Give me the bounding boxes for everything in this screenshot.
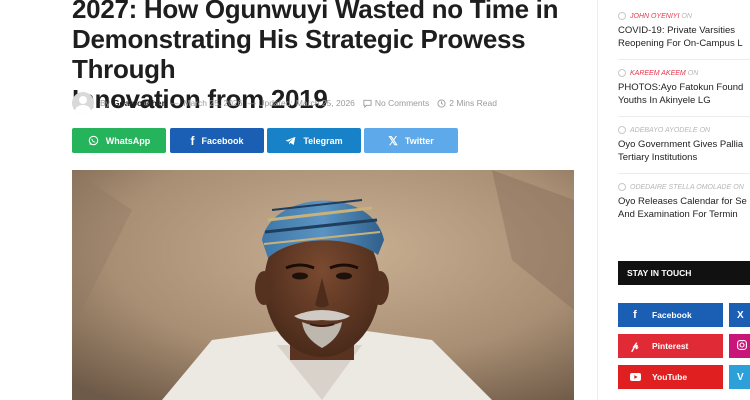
share-label: WhatsApp xyxy=(105,135,151,146)
facebook-icon: f xyxy=(190,133,195,148)
author-link[interactable]: Goalpoacher xyxy=(113,98,165,108)
youtube-icon xyxy=(628,373,642,381)
post-title-line: COVID-19: Private Varsities xyxy=(618,25,736,36)
share-label: Twitter xyxy=(404,135,434,146)
vimeo-icon: V xyxy=(737,371,744,383)
headline-line: 2027: How Ogunwuyi Wasted no Time in xyxy=(72,0,559,24)
post-author-name: ODEDAIRE STELLA OMOLADE xyxy=(630,183,732,191)
post-title[interactable]: Oyo Government Gives Pallia Tertiary Inst… xyxy=(618,138,750,164)
post-title-line: And Examination For Termin xyxy=(618,209,738,220)
by-label: By xyxy=(100,98,110,108)
avatar[interactable] xyxy=(72,92,94,114)
portrait-photo xyxy=(72,170,574,400)
sidebar-border xyxy=(597,0,598,400)
post-title-line: Tertiary Institutions xyxy=(618,152,698,163)
social-youtube-button[interactable]: YouTube xyxy=(618,365,723,389)
post-author-name: KAREEM AKEEM xyxy=(630,69,686,77)
post-on: on xyxy=(699,126,711,134)
read-time-label: 2 Mins Read xyxy=(449,98,497,108)
read-time: 2 Mins Read xyxy=(437,98,497,108)
article-meta: By Goalpoacher — March 25, 2026 — Update… xyxy=(72,92,497,114)
divider xyxy=(618,173,750,174)
facebook-icon: f xyxy=(633,309,637,321)
comment-icon xyxy=(363,99,372,108)
divider xyxy=(618,116,750,117)
post-author: ODEDAIRE STELLA OMOLADE on xyxy=(618,183,750,191)
pinterest-icon: 𝓅 xyxy=(631,340,639,352)
sidebar-post[interactable]: JOHN OYENIYI on COVID-19: Private Varsiti… xyxy=(618,12,750,50)
separator: — xyxy=(169,98,179,108)
social-vimeo-button[interactable]: V xyxy=(729,365,750,389)
comments-link[interactable]: No Comments xyxy=(363,98,429,108)
clock-icon xyxy=(437,98,446,108)
post-title[interactable]: Oyo Releases Calendar for Se And Examinat… xyxy=(618,195,750,221)
social-pinterest-button[interactable]: 𝓅 Pinterest xyxy=(618,334,723,358)
post-title-line: Oyo Releases Calendar for Se xyxy=(618,196,747,207)
stay-in-touch-heading: STAY IN TOUCH xyxy=(618,261,750,285)
share-telegram-button[interactable]: Telegram xyxy=(267,128,361,153)
sidebar-post[interactable]: KAREEM AKEEM on PHOTOS:Ayo Fatokun Found Y… xyxy=(618,69,750,107)
social-facebook-button[interactable]: f Facebook xyxy=(618,303,723,327)
sidebar-post[interactable]: ODEDAIRE STELLA OMOLADE on Oyo Releases C… xyxy=(618,183,750,221)
post-on: on xyxy=(681,12,692,20)
share-label: Facebook xyxy=(201,135,244,146)
share-whatsapp-button[interactable]: WhatsApp xyxy=(72,128,166,153)
social-x-button[interactable]: X xyxy=(729,303,750,327)
share-facebook-button[interactable]: f Facebook xyxy=(170,128,264,153)
author-avatar-icon xyxy=(618,69,626,77)
x-icon: 𝕏 xyxy=(388,133,398,148)
post-author: KAREEM AKEEM on xyxy=(618,69,750,77)
x-icon: X xyxy=(737,309,744,321)
telegram-icon xyxy=(285,136,296,146)
post-title-line: Youths In Akinyele LG xyxy=(618,95,711,106)
post-title[interactable]: PHOTOS:Ayo Fatokun Found Youths In Akinye… xyxy=(618,81,750,107)
whatsapp-icon xyxy=(88,135,99,146)
post-title-line: Oyo Government Gives Pallia xyxy=(618,139,744,150)
author-avatar-icon xyxy=(618,183,626,191)
share-label: Telegram xyxy=(303,135,343,146)
updated-date: March 25, 2026 xyxy=(295,98,355,108)
post-author: ADEBAYO AYODELE on xyxy=(618,126,750,134)
author-avatar-icon xyxy=(618,12,626,20)
post-author-name: ADEBAYO AYODELE xyxy=(630,126,698,134)
sidebar-post[interactable]: ADEBAYO AYODELE on Oyo Government Gives P… xyxy=(618,126,750,164)
social-label: Facebook xyxy=(652,310,692,320)
instagram-icon xyxy=(737,339,747,353)
post-title[interactable]: COVID-19: Private Varsities Reopening For… xyxy=(618,24,750,50)
post-author-name: JOHN OYENIYI xyxy=(630,12,680,20)
social-instagram-button[interactable] xyxy=(729,334,750,358)
comments-count: No Comments xyxy=(374,98,430,108)
social-label: Pinterest xyxy=(652,341,689,351)
headline-line: Demonstrating His Strategic Prowess Thro… xyxy=(72,24,526,84)
post-title-line: Reopening For On-Campus L xyxy=(618,38,743,49)
author-avatar-icon xyxy=(618,126,626,134)
featured-image xyxy=(72,170,574,400)
updated-label: — Updated: xyxy=(247,98,293,108)
post-author: JOHN OYENIYI on xyxy=(618,12,750,20)
divider xyxy=(618,59,750,60)
post-on: on xyxy=(733,183,744,191)
post-on: on xyxy=(687,69,699,77)
published-date: March 25, 2026 xyxy=(183,98,243,108)
social-label: YouTube xyxy=(652,372,688,382)
post-title-line: PHOTOS:Ayo Fatokun Found xyxy=(618,82,744,93)
share-twitter-button[interactable]: 𝕏 Twitter xyxy=(364,128,458,153)
